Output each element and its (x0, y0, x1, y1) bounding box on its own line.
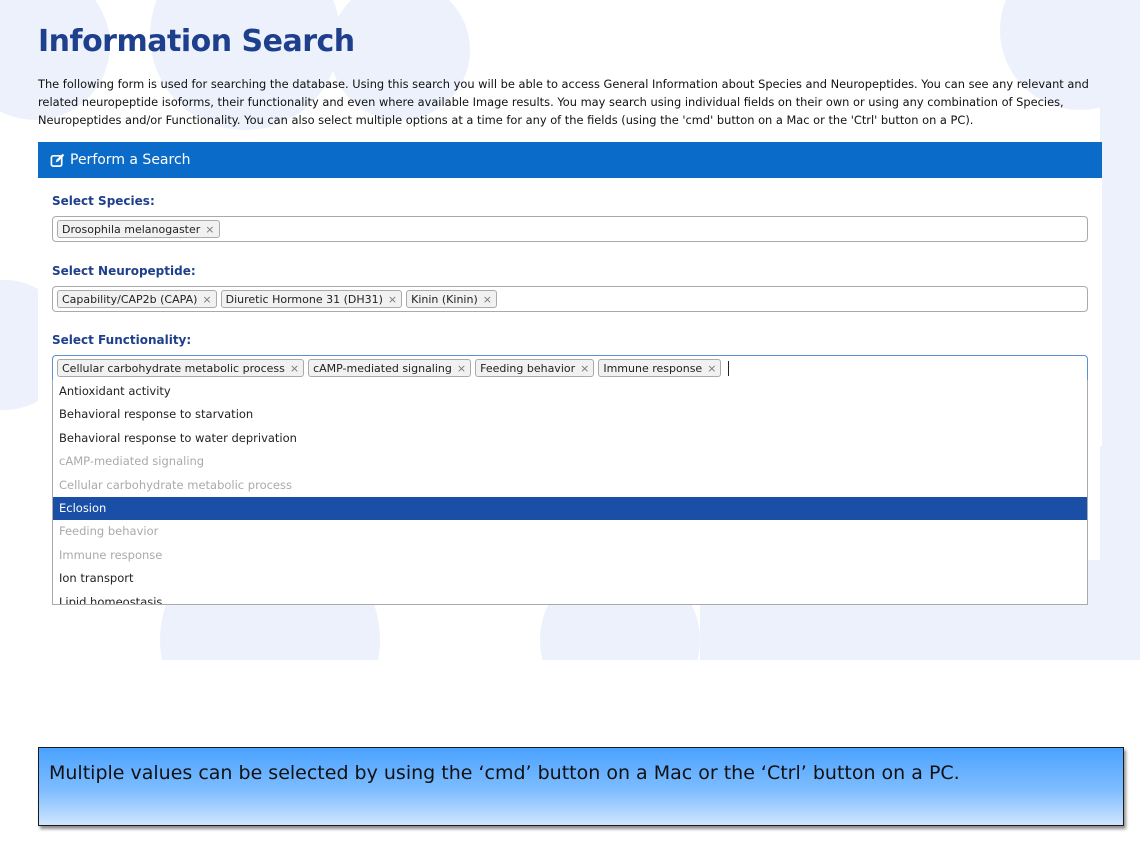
neuropeptide-tag: Capability/CAP2b (CAPA) × (57, 290, 217, 308)
remove-tag-icon[interactable]: × (205, 223, 214, 236)
neuropeptide-label: Select Neuropeptide: (52, 264, 196, 278)
dropdown-option[interactable]: Behavioral response to starvation (53, 403, 1087, 426)
perform-search-header: Perform a Search (38, 142, 1102, 178)
neuropeptide-select[interactable]: Capability/CAP2b (CAPA) × Diuretic Hormo… (52, 286, 1088, 312)
functionality-dropdown[interactable]: Antioxidant activity Behavioral response… (52, 380, 1088, 605)
remove-tag-icon[interactable]: × (707, 362, 716, 375)
dropdown-option[interactable]: Ion transport (53, 567, 1087, 590)
functionality-tag: Cellular carbohydrate metabolic process … (57, 359, 305, 377)
dropdown-option-highlighted[interactable]: Eclosion (53, 496, 1087, 521)
species-select[interactable]: Drosophila melanogaster × (52, 216, 1088, 242)
intro-text: The following form is used for searching… (38, 77, 1089, 127)
remove-tag-icon[interactable]: × (457, 362, 466, 375)
dropdown-option-selected: Feeding behavior (59, 524, 159, 539)
remove-tag-icon[interactable]: × (483, 293, 492, 306)
text-cursor (728, 360, 730, 376)
page-title: Information Search (38, 24, 355, 59)
dropdown-option[interactable]: Lipid homeostasis (53, 591, 1087, 604)
neuropeptide-tag: Diuretic Hormone 31 (DH31) × (220, 290, 403, 308)
species-tag: Drosophila melanogaster × (57, 220, 220, 238)
remove-tag-icon[interactable]: × (580, 362, 589, 375)
remove-tag-icon[interactable]: × (388, 293, 397, 306)
functionality-tag: Feeding behavior × (475, 359, 595, 377)
dropdown-option[interactable]: Behavioral response to water deprivation (53, 427, 1087, 450)
instruction-callout: Multiple values can be selected by using… (38, 747, 1124, 826)
neuropeptide-tag: Kinin (Kinin) × (406, 290, 497, 308)
panel-header-label: Perform a Search (70, 152, 191, 168)
functionality-tag: Immune response × (598, 359, 722, 377)
species-label: Select Species: (52, 194, 155, 208)
edit-icon (50, 153, 65, 168)
functionality-select[interactable]: Cellular carbohydrate metabolic process … (52, 355, 1088, 381)
dropdown-option-selected: cAMP-mediated signaling (59, 454, 205, 469)
remove-tag-icon[interactable]: × (202, 293, 211, 306)
remove-tag-icon[interactable]: × (290, 362, 299, 375)
dropdown-option-selected: Cellular carbohydrate metabolic process (59, 477, 292, 492)
functionality-label: Select Functionality: (52, 333, 192, 347)
functionality-tag: cAMP-mediated signaling × (308, 359, 472, 377)
dropdown-option-selected: Immune response (59, 547, 163, 562)
dropdown-option[interactable]: Antioxidant activity (53, 380, 1087, 403)
